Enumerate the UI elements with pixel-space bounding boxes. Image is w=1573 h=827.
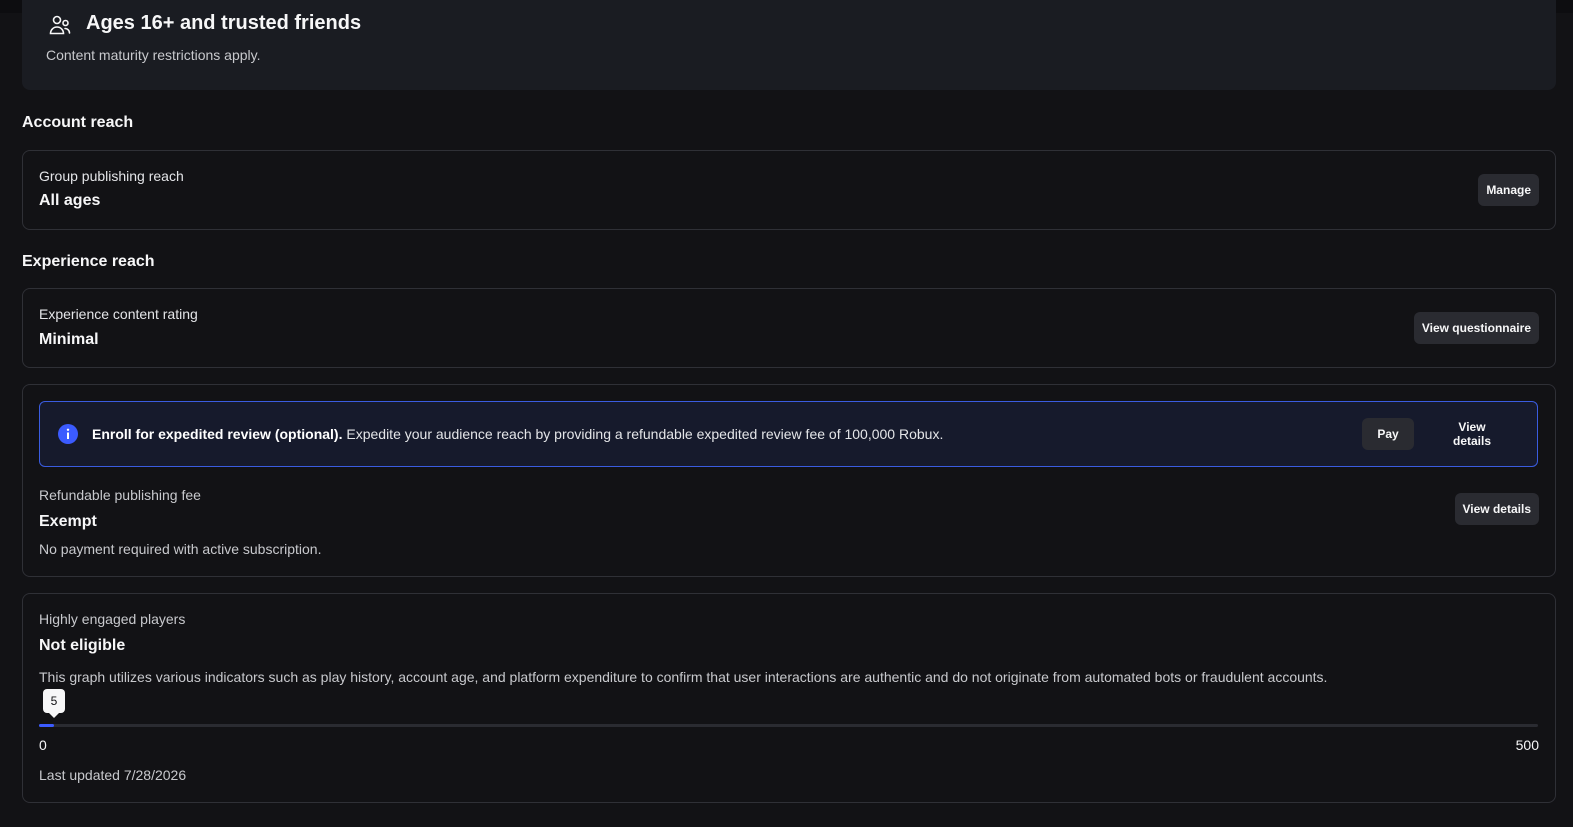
engagement-slider-fill <box>39 724 54 727</box>
last-updated-text: Last updated 7/28/2026 <box>39 767 187 783</box>
experience-reach-heading: Experience reach <box>22 253 155 270</box>
experience-content-rating-card: Experience content rating Minimal View q… <box>22 288 1556 368</box>
experience-content-rating-label: Experience content rating <box>39 306 198 322</box>
expedited-review-banner: Enroll for expedited review (optional). … <box>39 401 1538 467</box>
audience-subtitle: Content maturity restrictions apply. <box>46 47 261 63</box>
refundable-fee-description: No payment required with active subscrip… <box>39 541 322 557</box>
view-questionnaire-button[interactable]: View questionnaire <box>1413 312 1539 344</box>
account-reach-heading: Account reach <box>22 114 134 131</box>
refundable-fee-value: Exempt <box>39 513 97 530</box>
slider-value-tooltip: 5 <box>42 689 65 718</box>
group-publishing-reach-card: Group publishing reach All ages Manage <box>22 150 1556 230</box>
users-icon <box>49 15 71 35</box>
engagement-description: This graph utilizes various indicators s… <box>39 669 1328 685</box>
expedited-review-title: Enroll for expedited review (optional). <box>92 426 343 442</box>
refundable-fee-label: Refundable publishing fee <box>39 487 201 503</box>
engagement-slider-track <box>39 724 1538 727</box>
group-publishing-reach-label: Group publishing reach <box>39 168 184 184</box>
highly-engaged-players-value: Not eligible <box>39 637 126 654</box>
highly-engaged-players-card: Highly engaged players Not eligible This… <box>22 593 1556 803</box>
pay-button[interactable]: Pay <box>1362 418 1414 450</box>
audience-title: Ages 16+ and trusted friends <box>86 12 362 34</box>
group-publishing-reach-value: All ages <box>39 192 101 209</box>
slider-max-label: 500 <box>1515 737 1539 753</box>
audience-card: Ages 16+ and trusted friends Content mat… <box>22 0 1556 90</box>
manage-button[interactable]: Manage <box>1478 174 1539 206</box>
experience-content-rating-value: Minimal <box>39 331 99 348</box>
fee-view-details-button[interactable]: View details <box>1454 493 1539 525</box>
highly-engaged-players-label: Highly engaged players <box>39 611 186 627</box>
slider-min-label: 0 <box>39 737 47 753</box>
banner-view-details-button[interactable]: View details <box>1430 418 1514 450</box>
info-icon <box>58 424 78 444</box>
expedited-review-description: Expedite your audience reach by providin… <box>342 426 944 442</box>
expedited-review-text: Enroll for expedited review (optional). … <box>92 426 943 442</box>
publishing-fee-card: Enroll for expedited review (optional). … <box>22 384 1556 577</box>
